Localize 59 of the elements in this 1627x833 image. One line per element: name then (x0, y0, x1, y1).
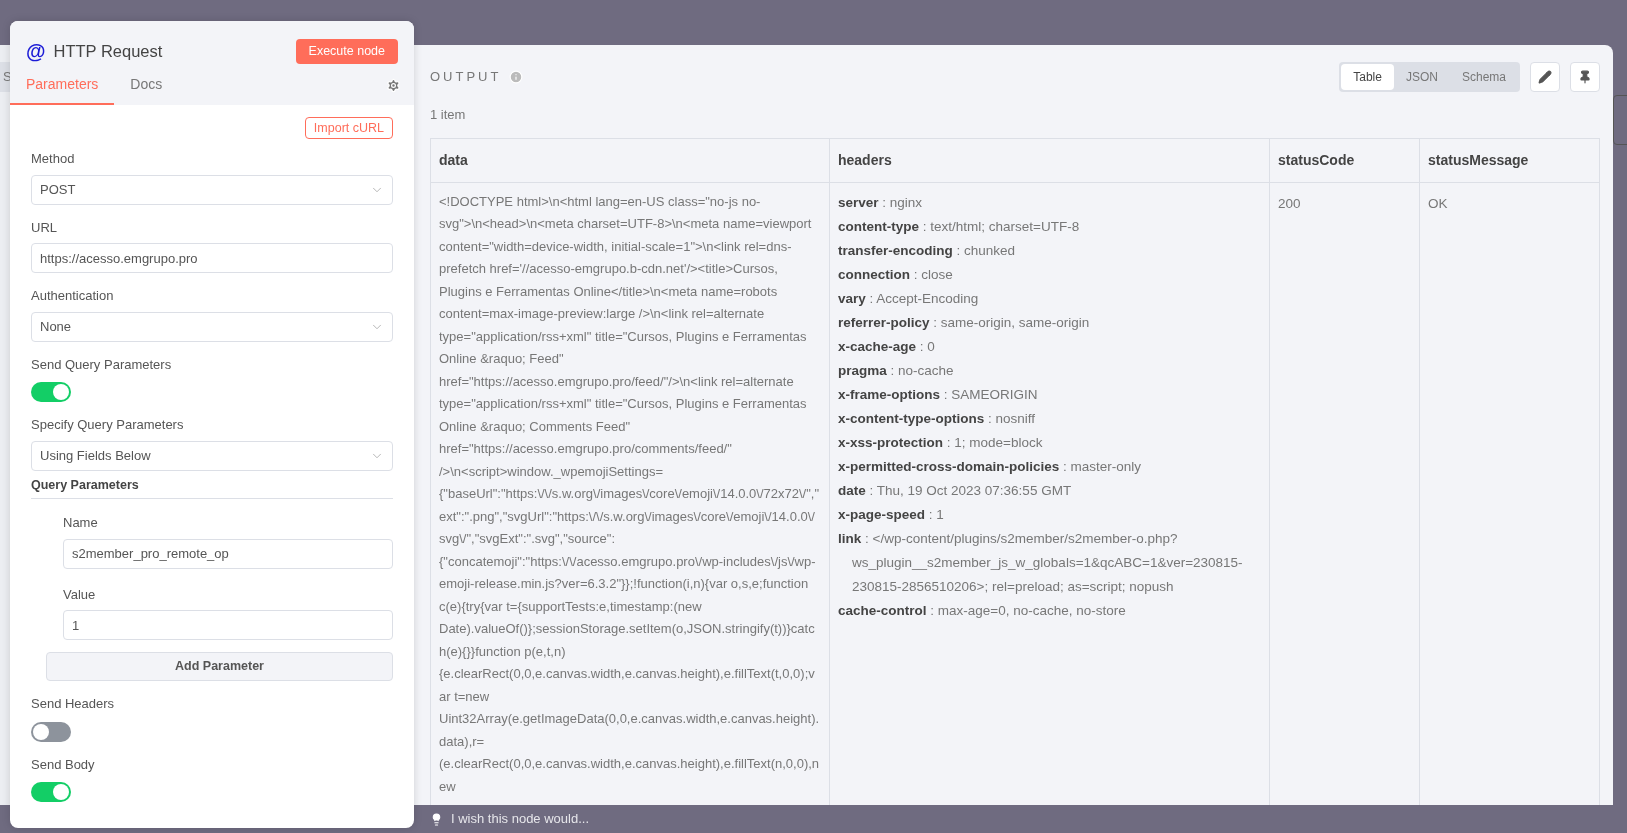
settings-icon[interactable] (386, 78, 401, 93)
pin-icon (1578, 70, 1592, 84)
field-label: Send Headers (31, 695, 115, 714)
column-header: statusCode (1269, 138, 1419, 182)
header-entry: x-page-speed : 1 (838, 505, 945, 524)
panel-tab[interactable]: Docs (114, 70, 179, 105)
item-count: 1 item (430, 106, 467, 124)
edit-button[interactable] (1530, 62, 1560, 92)
field-label: Value (63, 585, 97, 604)
view-tab[interactable]: JSON (1393, 64, 1450, 90)
input-field[interactable]: 1 (63, 610, 393, 641)
header-entry: x-content-type-options : nosniff (838, 409, 1037, 428)
info-icon[interactable] (509, 70, 524, 84)
header-entry: pragma : no-cache (838, 361, 955, 380)
header-entry: x-cache-age : 0 (838, 337, 936, 356)
feedback-link[interactable]: I wish this node would... (451, 809, 590, 829)
select-field[interactable]: Using Fields Below (31, 440, 393, 471)
table-cell: 200 (1278, 195, 1301, 211)
field-label: Name (63, 514, 99, 533)
header-entry: x-xss-protection : 1; mode=block (838, 433, 1044, 452)
table-cell-text: <!DOCTYPE html>\n<html lang=en-US class="no-js no-svg">\n<head>\n<meta charset=UTF-8>\n<meta name=viewport content="width=device-width, initial-scale=1">\n<link rel=dns-prefetch href='//acesso-emgrupo.b-cdn.net'/><title>Cursos, Plugins e Ferramentas Online</title>\n<meta name=robots content=max-image-preview:large />\n<link rel=alternate type="application/rss+xml" title="Cursos, Plugins e Ferramentas Online &raquo; Feed" href="https://acesso.emgrupo.pro/feed/"/>\n<link rel=alternate type="application/rss+xml" title="Cursos, Plugins e Ferramentas Online &raquo; Comments Feed" href="https://acesso.emgrupo.pro/comments/feed/" />\n<script>window._wpemojiSettings={"baseUrl":"https:\/\/s.w.org\/images\/core\/emoji\/14.0.0\/72x72\/","ext":".png","svgUrl":"https:\/\/s.w.org\/images\/core\/emoji\/14.0.0\/svg\/","svgExt":".svg","source":{"concatemoji":"https:\/\/acesso.emgrupo.pro\/wp-includes\/js\/wp-emoji-release.min.js?ver=6.3.2"}};!function(i,n){var o,s,e;function c(e){try{var t={supportTests:e,timestamp:(new Date).valueOf()};sessionStorage.setItem(o,JSON.stringify(t))}catch(e){}}function p(e,t,n){e.clearRect(0,0,e.canvas.width,e.canvas.height),e.fillText(t,0,0);var t=new Uint32Array(e.getImageData(0,0,e.canvas.width,e.canvas.height).data),r=(e.clearRect(0,0,e.canvas.width,e.canvas.height),e.fillText(n,0,0),new (439, 192, 821, 796)
section-heading: Query Parameters (31, 475, 393, 500)
header-entry: vary : Accept-Encoding (838, 289, 980, 308)
field-label: Method (31, 150, 76, 168)
node-icon: @ (26, 36, 46, 66)
toggle-switch[interactable] (31, 382, 71, 402)
field-label: URL (31, 218, 58, 237)
toggle-switch[interactable] (31, 782, 71, 803)
header-entry: content-type : text/html; charset=UTF-8 (838, 217, 1081, 236)
header-entry: date : Thu, 19 Oct 2023 07:36:55 GMT (838, 481, 1073, 500)
pin-button[interactable] (1570, 62, 1600, 92)
header-entry: x-frame-options : SAMEORIGIN (838, 385, 1039, 404)
select-field[interactable]: POST (31, 174, 393, 205)
header-entry: cache-control : max-age=0, no-cache, no-store (838, 601, 1127, 620)
add-parameter-button[interactable]: Add Parameter (46, 652, 393, 682)
header-entry: transfer-encoding : chunked (838, 241, 1017, 260)
lightbulb-icon (430, 812, 443, 826)
field-label: Send Query Parameters (31, 355, 172, 374)
view-tab[interactable]: Schema (1449, 64, 1518, 90)
view-tab[interactable]: Table (1341, 64, 1394, 90)
select-field[interactable]: None (31, 311, 393, 342)
column-header: data (438, 150, 469, 170)
toggle-switch[interactable] (31, 721, 71, 742)
input-field[interactable]: s2member_pro_remote_op (63, 538, 393, 569)
header-entry: server : nginx (838, 193, 924, 212)
column-header: statusMessage (1419, 138, 1601, 182)
header-entry: referrer-policy : same-origin, same-origin (838, 313, 1091, 332)
header-entry: link : </wp-content/plugins/s2member/s2member-o.php?ws_plugin__s2member_js_w_globals=1&qcABC=1&ver=230815-230815-2856510206>; rel=preload; as=script; nopush (838, 529, 1244, 596)
output-title: OUTPUT (430, 68, 502, 87)
column-header: headers (829, 138, 1269, 182)
field-label: Authentication (31, 287, 115, 305)
node-title: HTTP Request (53, 40, 163, 62)
field-label: Specify Query Parameters (31, 416, 185, 434)
table-cell: OK (1428, 195, 1448, 211)
field-label: Send Body (31, 755, 95, 774)
header-entry: x-permitted-cross-domain-policies : master-only (838, 457, 1143, 476)
pencil-icon (1538, 70, 1552, 84)
header-entry: connection : close (838, 265, 954, 284)
input-field[interactable]: https://acesso.emgrupo.pro (31, 243, 393, 273)
